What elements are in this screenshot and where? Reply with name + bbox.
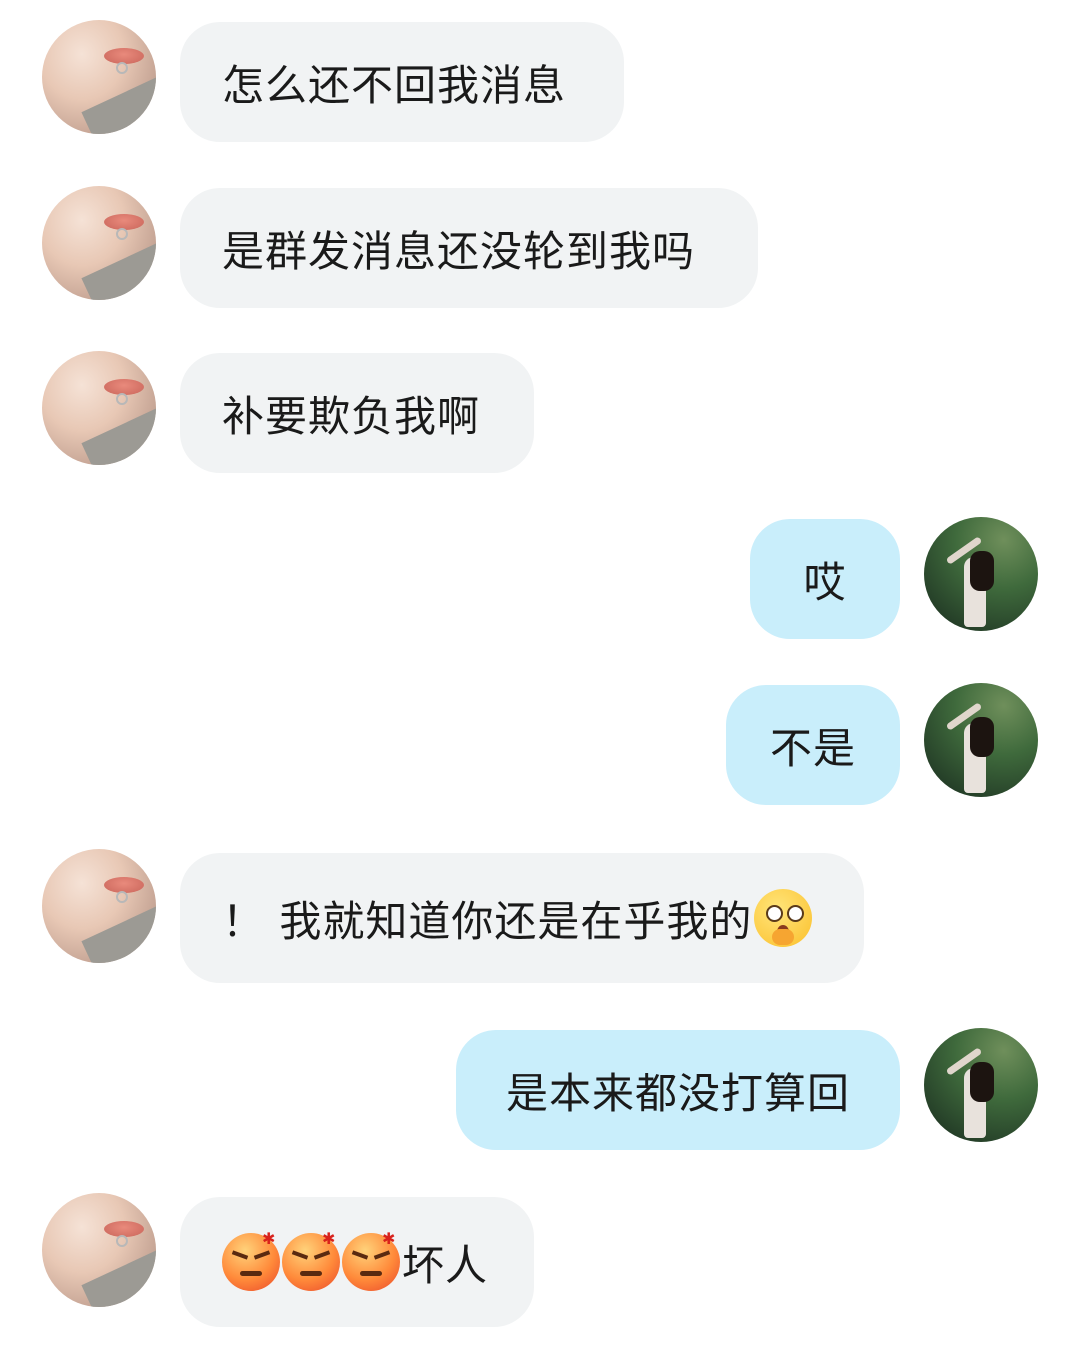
incoming-message-bubble[interactable]: 怎么还不回我消息 bbox=[180, 22, 624, 142]
message-text: 是本来都没打算回 bbox=[505, 1068, 850, 1118]
outgoing-message-bubble[interactable]: 不是 bbox=[726, 685, 900, 805]
message-text: 坏人 bbox=[402, 1240, 489, 1290]
message-text: 是群发消息还没轮到我吗 bbox=[222, 226, 696, 276]
shocked-face-emoji bbox=[754, 889, 813, 947]
emoji-hand bbox=[772, 929, 795, 945]
contact-avatar[interactable] bbox=[42, 351, 156, 465]
emoji-mouth bbox=[300, 1271, 322, 1276]
message-text: 怎么还不回我消息 bbox=[222, 60, 567, 110]
emoji-eye bbox=[787, 905, 805, 922]
emoji-eye bbox=[766, 905, 784, 922]
avatar-shirt bbox=[81, 1247, 156, 1307]
incoming-message-bubble[interactable]: 是群发消息还没轮到我吗 bbox=[180, 188, 758, 308]
avatar-piercing bbox=[116, 393, 128, 405]
outgoing-message-bubble[interactable]: 是本来都没打算回 bbox=[456, 1030, 900, 1150]
emoji-mouth bbox=[240, 1271, 262, 1276]
incoming-message-bubble[interactable]: ✱ ✱ ✱ 坏人 bbox=[180, 1197, 534, 1327]
avatar-piercing bbox=[116, 1235, 128, 1247]
angry-face-emoji: ✱ bbox=[342, 1229, 400, 1291]
emoji-brow bbox=[373, 1250, 391, 1260]
message-text: ！ 我就知道你还是在乎我的 bbox=[222, 896, 753, 946]
anger-vein-icon: ✱ bbox=[262, 1229, 277, 1248]
emoji-brow bbox=[351, 1250, 369, 1260]
emoji-brow bbox=[231, 1250, 249, 1260]
message-text: 哎 bbox=[803, 557, 847, 607]
contact-avatar[interactable] bbox=[42, 849, 156, 963]
outgoing-message-bubble[interactable]: 哎 bbox=[750, 519, 900, 639]
user-avatar[interactable] bbox=[924, 683, 1038, 797]
message-text: 补要欺负我啊 bbox=[222, 391, 481, 441]
incoming-message-bubble[interactable]: 补要欺负我啊 bbox=[180, 353, 534, 473]
angry-face-emoji: ✱ bbox=[222, 1229, 280, 1291]
emoji-brow bbox=[313, 1250, 331, 1260]
message-text: 不是 bbox=[769, 723, 856, 773]
contact-avatar[interactable] bbox=[42, 20, 156, 134]
anger-vein-icon: ✱ bbox=[322, 1229, 337, 1248]
avatar-shirt bbox=[81, 74, 156, 134]
avatar-piercing bbox=[116, 62, 128, 74]
avatar-shirt bbox=[81, 240, 156, 300]
contact-avatar[interactable] bbox=[42, 1193, 156, 1307]
avatar-piercing bbox=[116, 891, 128, 903]
avatar-hair bbox=[970, 551, 994, 591]
avatar-shirt bbox=[81, 903, 156, 963]
emoji-brow bbox=[253, 1250, 271, 1260]
avatar-hair bbox=[970, 1062, 994, 1102]
avatar-piercing bbox=[116, 228, 128, 240]
avatar-hair bbox=[970, 717, 994, 757]
emoji-mouth bbox=[360, 1271, 382, 1276]
user-avatar[interactable] bbox=[924, 1028, 1038, 1142]
angry-face-emoji: ✱ bbox=[282, 1229, 340, 1291]
anger-vein-icon: ✱ bbox=[382, 1229, 397, 1248]
contact-avatar[interactable] bbox=[42, 186, 156, 300]
user-avatar[interactable] bbox=[924, 517, 1038, 631]
incoming-message-bubble[interactable]: ！ 我就知道你还是在乎我的 bbox=[180, 853, 864, 983]
emoji-brow bbox=[291, 1250, 309, 1260]
avatar-shirt bbox=[81, 405, 156, 465]
